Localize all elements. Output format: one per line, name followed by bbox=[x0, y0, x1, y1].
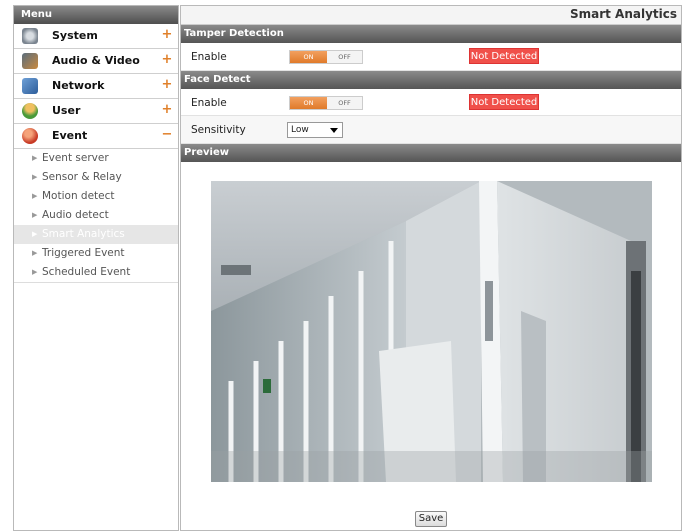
sensitivity-value: Low bbox=[291, 125, 309, 135]
collapse-icon[interactable]: − bbox=[161, 128, 173, 142]
tamper-status-badge: Not Detected bbox=[469, 48, 539, 64]
network-icon bbox=[22, 78, 38, 94]
page-title: Smart Analytics bbox=[569, 7, 677, 21]
triangle-right-icon: ▶ bbox=[32, 211, 38, 219]
sidebar-subitem-scheduled-event[interactable]: ▶ Scheduled Event bbox=[14, 263, 178, 282]
toggle-off[interactable]: OFF bbox=[327, 97, 362, 109]
app-frame: Menu System + Audio & Video + Network + … bbox=[0, 0, 687, 532]
sidebar-item-audio-video[interactable]: Audio & Video + bbox=[14, 49, 178, 74]
sidebar-item-label: Event bbox=[52, 129, 88, 142]
menu-header: Menu bbox=[14, 6, 178, 24]
face-enable-toggle[interactable]: ON OFF bbox=[289, 96, 363, 110]
triangle-right-icon: ▶ bbox=[32, 173, 38, 181]
sidebar-item-label: Network bbox=[52, 79, 105, 92]
face-enable-row: Enable ON OFF Not Detected bbox=[181, 89, 681, 116]
main-panel: Smart Analytics Tamper Detection Enable … bbox=[180, 5, 682, 531]
camera-preview-image bbox=[211, 181, 652, 482]
sensitivity-label: Sensitivity bbox=[191, 124, 246, 136]
expand-icon[interactable]: + bbox=[161, 103, 173, 117]
triangle-right-icon: ▶ bbox=[32, 268, 38, 276]
sidebar-subitem-sensor-relay[interactable]: ▶ Sensor & Relay bbox=[14, 168, 178, 187]
expand-icon[interactable]: + bbox=[161, 78, 173, 92]
sidebar-item-system[interactable]: System + bbox=[14, 24, 178, 49]
event-submenu: ▶ Event server ▶ Sensor & Relay ▶ Motion de… bbox=[14, 149, 178, 283]
sidebar-menu: Menu System + Audio & Video + Network + … bbox=[13, 5, 179, 531]
toggle-off[interactable]: OFF bbox=[327, 51, 362, 63]
event-icon bbox=[22, 128, 38, 144]
save-button[interactable]: Save bbox=[415, 511, 447, 527]
sidebar-item-network[interactable]: Network + bbox=[14, 74, 178, 99]
sidebar-subitem-motion-detect[interactable]: ▶ Motion detect bbox=[14, 187, 178, 206]
tamper-enable-label: Enable bbox=[191, 51, 227, 63]
sidebar-item-label: System bbox=[52, 29, 98, 42]
sidebar-item-label: User bbox=[52, 104, 81, 117]
triangle-right-icon: ▶ bbox=[32, 192, 38, 200]
sidebar-subitem-event-server[interactable]: ▶ Event server bbox=[14, 149, 178, 168]
sidebar-item-user[interactable]: User + bbox=[14, 99, 178, 124]
toggle-on[interactable]: ON bbox=[290, 97, 327, 109]
sensitivity-select[interactable]: Low bbox=[287, 122, 343, 138]
toggle-on[interactable]: ON bbox=[290, 51, 327, 63]
tamper-enable-toggle[interactable]: ON OFF bbox=[289, 50, 363, 64]
sidebar-item-label: Audio & Video bbox=[52, 54, 140, 67]
triangle-right-icon: ▶ bbox=[32, 230, 38, 238]
sidebar-subitem-smart-analytics[interactable]: ▶ Smart Analytics bbox=[14, 225, 178, 244]
face-enable-label: Enable bbox=[191, 97, 227, 109]
expand-icon[interactable]: + bbox=[161, 28, 173, 42]
chevron-down-icon bbox=[330, 128, 338, 133]
title-bar: Smart Analytics bbox=[181, 6, 681, 25]
face-sensitivity-row: Sensitivity Low bbox=[181, 116, 681, 144]
video-icon bbox=[22, 53, 38, 69]
tamper-enable-row: Enable ON OFF Not Detected bbox=[181, 43, 681, 71]
face-status-badge: Not Detected bbox=[469, 94, 539, 110]
sidebar-item-event[interactable]: Event − bbox=[14, 124, 178, 149]
triangle-right-icon: ▶ bbox=[32, 249, 38, 257]
section-header-preview: Preview bbox=[181, 144, 681, 162]
sidebar-subitem-audio-detect[interactable]: ▶ Audio detect bbox=[14, 206, 178, 225]
user-icon bbox=[22, 103, 38, 119]
gear-icon bbox=[22, 28, 38, 44]
section-header-tamper: Tamper Detection bbox=[181, 25, 681, 43]
sidebar-subitem-triggered-event[interactable]: ▶ Triggered Event bbox=[14, 244, 178, 263]
triangle-right-icon: ▶ bbox=[32, 154, 38, 162]
expand-icon[interactable]: + bbox=[161, 53, 173, 67]
camera-preview bbox=[211, 181, 652, 482]
section-header-face: Face Detect bbox=[181, 71, 681, 89]
